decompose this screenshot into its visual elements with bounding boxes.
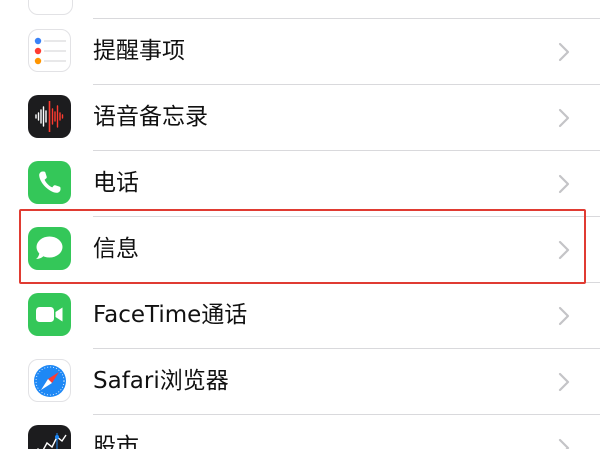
- settings-row-safari[interactable]: Safari浏览器: [0, 349, 600, 414]
- chevron-right-icon: [557, 42, 571, 62]
- chevron-right-icon: [557, 240, 571, 260]
- settings-screen: 提醒事项 语音备忘录 电话 信息 FaceTime通话 Safari浏览器 股市: [0, 0, 600, 449]
- chevron-right-icon: [557, 372, 571, 392]
- settings-row-label: 股市: [93, 434, 139, 449]
- settings-row-messages[interactable]: 信息: [0, 217, 600, 282]
- settings-row-label: 语音备忘录: [93, 104, 208, 130]
- facetime-icon: [28, 293, 71, 336]
- chevron-right-icon: [557, 438, 571, 449]
- settings-row-label: 提醒事项: [93, 38, 185, 64]
- chevron-right-icon: [557, 306, 571, 326]
- previous-row-icon-partial: [28, 0, 73, 15]
- settings-row-phone[interactable]: 电话: [0, 151, 600, 216]
- previous-row-partial: [0, 0, 600, 18]
- phone-icon: [28, 161, 71, 204]
- settings-row-facetime[interactable]: FaceTime通话: [0, 283, 600, 348]
- settings-row-label: 信息: [93, 236, 139, 262]
- voice-memos-icon: [28, 95, 71, 138]
- reminders-icon: [28, 29, 71, 72]
- settings-row-stocks[interactable]: 股市: [0, 415, 600, 449]
- settings-row-reminders[interactable]: 提醒事项: [0, 19, 600, 84]
- stocks-icon: [28, 425, 71, 449]
- settings-row-label: FaceTime通话: [93, 302, 248, 328]
- settings-row-label: 电话: [93, 170, 139, 196]
- chevron-right-icon: [557, 174, 571, 194]
- settings-row-voice-memos[interactable]: 语音备忘录: [0, 85, 600, 150]
- safari-icon: [28, 359, 71, 402]
- chevron-right-icon: [557, 108, 571, 128]
- settings-row-label: Safari浏览器: [93, 368, 229, 394]
- messages-icon: [28, 227, 71, 270]
